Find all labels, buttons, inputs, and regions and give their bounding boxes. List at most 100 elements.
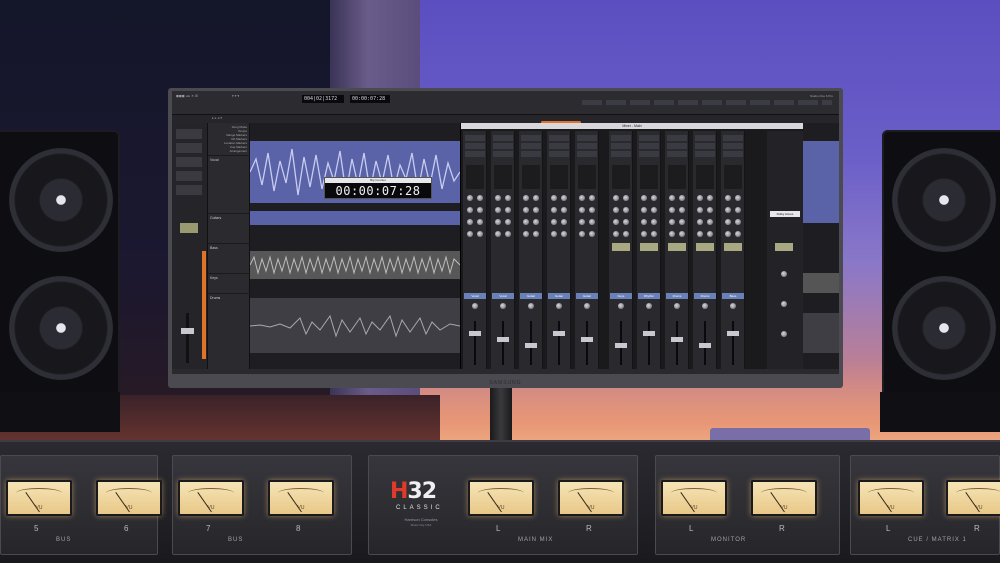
pan-knob[interactable] [702, 303, 708, 309]
fader-cap[interactable] [525, 343, 537, 348]
knob-icon[interactable] [495, 207, 501, 213]
subbar-controls[interactable]: ▸ ▸ ◂ ▾ [212, 116, 222, 120]
knob-icon[interactable] [477, 231, 483, 237]
insert-slot[interactable] [667, 151, 687, 157]
knob-icon[interactable] [523, 219, 529, 225]
inspector-slot[interactable] [176, 157, 202, 167]
track-row[interactable]: Keys [208, 273, 250, 293]
knob-icon[interactable] [641, 219, 647, 225]
channel-editor[interactable] [640, 165, 658, 189]
knob-icon[interactable] [561, 231, 567, 237]
fader-cap[interactable] [727, 331, 739, 336]
pan-knob[interactable] [472, 303, 478, 309]
audio-clip-guitar[interactable] [250, 251, 460, 279]
channel-editor[interactable] [578, 165, 596, 189]
knob-icon[interactable] [505, 219, 511, 225]
mixer-channel[interactable]: Drums [693, 131, 717, 369]
knob-icon[interactable] [579, 195, 585, 201]
knob-icon[interactable] [707, 195, 713, 201]
knob-icon[interactable] [725, 219, 731, 225]
mixer-channel[interactable]: Drums [665, 131, 689, 369]
mixer-channel[interactable]: Bass [721, 131, 745, 369]
insert-slot[interactable] [577, 151, 597, 157]
knob-icon[interactable] [467, 231, 473, 237]
fader-cap[interactable] [643, 331, 655, 336]
knob-icon[interactable] [579, 207, 585, 213]
knob-icon[interactable] [533, 195, 539, 201]
insert-slot[interactable] [667, 143, 687, 149]
insert-slot[interactable] [667, 135, 687, 141]
knob-icon[interactable] [579, 231, 585, 237]
knob-icon[interactable] [505, 231, 511, 237]
insert-slot[interactable] [695, 135, 715, 141]
knob-icon[interactable] [561, 195, 567, 201]
knob-icon[interactable] [697, 219, 703, 225]
channel-fader[interactable] [586, 321, 588, 365]
fader-cap[interactable] [615, 343, 627, 348]
knob-icon[interactable] [561, 219, 567, 225]
knob-icon[interactable] [669, 219, 675, 225]
knob-icon[interactable] [589, 195, 595, 201]
knob-icon[interactable] [641, 231, 647, 237]
mixer-channel[interactable]: Guitar [519, 131, 543, 369]
knob-icon[interactable] [613, 231, 619, 237]
audio-clip-drums[interactable] [250, 298, 460, 353]
insert-slot[interactable] [465, 151, 485, 157]
knob-icon[interactable] [651, 219, 657, 225]
channel-fader[interactable] [558, 321, 560, 365]
channel-fader[interactable] [732, 321, 734, 365]
pan-knob[interactable] [618, 303, 624, 309]
mixer-channel[interactable]: Keys [609, 131, 633, 369]
pan-knob[interactable] [500, 303, 506, 309]
knob-icon[interactable] [523, 207, 529, 213]
knob-icon[interactable] [495, 231, 501, 237]
inspector-slot[interactable] [176, 143, 202, 153]
knob-icon[interactable] [651, 231, 657, 237]
pan-knob[interactable] [556, 303, 562, 309]
insert-slot[interactable] [549, 135, 569, 141]
master-knob[interactable] [781, 301, 787, 307]
channel-fader[interactable] [502, 321, 504, 365]
insert-slot[interactable] [611, 151, 631, 157]
channel-editor[interactable] [550, 165, 568, 189]
knob-icon[interactable] [523, 231, 529, 237]
audio-clip-guitar[interactable] [803, 273, 839, 293]
insert-slot[interactable] [577, 143, 597, 149]
knob-icon[interactable] [613, 219, 619, 225]
fader-cap[interactable] [581, 337, 593, 342]
pan-knob[interactable] [584, 303, 590, 309]
knob-icon[interactable] [551, 219, 557, 225]
knob-icon[interactable] [613, 195, 619, 201]
insert-slot[interactable] [465, 143, 485, 149]
knob-icon[interactable] [533, 219, 539, 225]
mixer-window[interactable]: Mixer - Main Vocal Vocal Guitar Guitar Guita… [460, 121, 803, 373]
insert-slot[interactable] [639, 135, 659, 141]
knob-icon[interactable] [725, 207, 731, 213]
audio-clip-drums[interactable] [803, 313, 839, 353]
knob-icon[interactable] [669, 231, 675, 237]
track-row[interactable]: Bass [208, 243, 250, 273]
fader-cap[interactable] [181, 328, 194, 334]
pan-knob[interactable] [646, 303, 652, 309]
knob-icon[interactable] [623, 195, 629, 201]
toolbar-tools[interactable]: ◼◼◼ ◂ ▸ ✕ ⊞ [176, 94, 198, 98]
channel-editor[interactable] [724, 165, 742, 189]
knob-icon[interactable] [551, 195, 557, 201]
knob-icon[interactable] [697, 231, 703, 237]
inspector-fader[interactable] [186, 313, 189, 363]
knob-icon[interactable] [561, 207, 567, 213]
knob-icon[interactable] [533, 231, 539, 237]
knob-icon[interactable] [679, 207, 685, 213]
fader-cap[interactable] [469, 331, 481, 336]
pan-knob[interactable] [528, 303, 534, 309]
insert-slot[interactable] [611, 143, 631, 149]
insert-slot[interactable] [577, 135, 597, 141]
knob-icon[interactable] [679, 219, 685, 225]
knob-icon[interactable] [623, 219, 629, 225]
insert-slot[interactable] [723, 143, 743, 149]
knob-icon[interactable] [623, 231, 629, 237]
knob-icon[interactable] [495, 195, 501, 201]
knob-icon[interactable] [589, 231, 595, 237]
track-row[interactable]: Guitars [208, 213, 250, 243]
knob-icon[interactable] [679, 231, 685, 237]
